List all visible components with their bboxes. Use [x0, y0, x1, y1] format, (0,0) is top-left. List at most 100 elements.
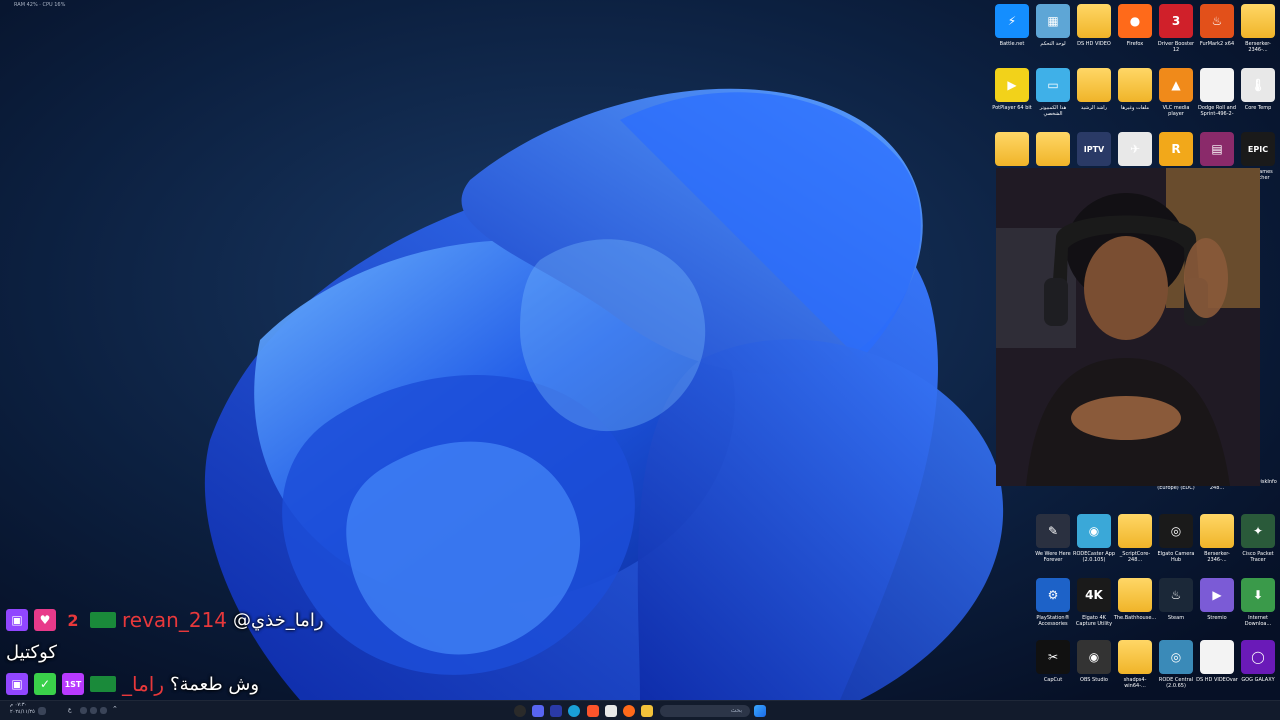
taskbar-search[interactable]: بحث: [660, 705, 750, 717]
system-stats-overlay: RAM 42% · CPU 16%: [14, 2, 66, 8]
desktop-icon[interactable]: Dodge Roll and Sprint-496-2-30...: [1195, 64, 1239, 124]
desktop-icon[interactable]: ⚙ PlayStation® Accessories: [1031, 574, 1075, 634]
file-icon: [1200, 640, 1234, 674]
desktop-icon-label: Berserker-2346-...: [1204, 551, 1230, 563]
desktop-icon[interactable]: ▭ هذا الكمبيوتر الشخصي: [1031, 64, 1075, 124]
desktop-icon[interactable]: The.Bathhouse...: [1113, 574, 1157, 634]
desktop-icon-label: Battle.net: [999, 41, 1025, 47]
check-badge-icon: ✓: [34, 673, 56, 695]
desktop-icon-label: OBS Studio: [1080, 677, 1108, 683]
desktop-icon[interactable]: ▶ PotPlayer 64 bit: [990, 64, 1034, 124]
heart-badge-icon: ♥: [34, 609, 56, 631]
desktop-icon[interactable]: ◎ RODE Central (2.0.65): [1154, 636, 1198, 696]
taskbar-app-brave-icon[interactable]: [587, 705, 599, 717]
chat-username: revan_214: [122, 608, 228, 632]
desktop-icon-label: We Were Here Forever: [1035, 551, 1071, 563]
desktop-icon[interactable]: shadps4-win64-...: [1113, 636, 1157, 696]
taskbar-app-firefox-icon[interactable]: [623, 705, 635, 717]
desktop-icon-label: Cisco Packet Tracer: [1242, 551, 1274, 563]
desktop-icon[interactable]: 🌡 Core Temp: [1236, 64, 1280, 124]
taskbar-app-elgato-icon[interactable]: [550, 705, 562, 717]
desktop-icon[interactable]: ● Firefox: [1113, 0, 1157, 60]
taskbar-app-discord-icon[interactable]: [532, 705, 544, 717]
language-icon[interactable]: ع: [68, 706, 80, 718]
taskbar-app-edge-icon[interactable]: [568, 705, 580, 717]
chat-message: ▣ ♥ 2 revan_214 @راما_خذي: [6, 604, 426, 636]
webcam-overlay: [996, 168, 1260, 486]
desktop-icon[interactable]: ✎ We Were Here Forever: [1031, 510, 1075, 570]
folder-icon: [1036, 132, 1070, 166]
desktop-icon[interactable]: ✂ CapCut: [1031, 636, 1075, 696]
folder-icon: [1077, 68, 1111, 102]
chat-message: كوكتيل: [6, 636, 426, 668]
chat-message-text: وش طعمة؟: [170, 673, 260, 695]
desktop-icon-label: GOG GALAXY: [1241, 677, 1275, 683]
desktop-icon[interactable]: ◉ OBS Studio: [1072, 636, 1116, 696]
desktop-icon-label: RODE Central (2.0.65): [1158, 677, 1194, 689]
app-icon: ◉: [1077, 640, 1111, 674]
desktop-icon-label: Core Temp: [1244, 105, 1272, 111]
app-icon: 3: [1159, 4, 1193, 38]
app-icon: ◯: [1241, 640, 1275, 674]
desktop-icon[interactable]: DS HD VIDEO: [1072, 0, 1116, 60]
twitch-badge-icon: ▣: [6, 673, 28, 695]
app-icon: ▶: [1200, 578, 1234, 612]
desktop-icon-label: Internet Downloa...: [1244, 615, 1272, 627]
app-icon: IPTV: [1077, 132, 1111, 166]
desktop-icon[interactable]: ♨ Steam: [1154, 574, 1198, 634]
chat-message: ▣ ✓ 1ST _راما وش طعمة؟: [6, 668, 426, 700]
desktop-icon[interactable]: ◉ RODECaster App (2.0.105): [1072, 510, 1116, 570]
taskbar-tray-time[interactable]: ٠٧:٣٠ م ٢٠٢٤/١١/٢٥: [10, 702, 35, 716]
start-button-windows-icon[interactable]: [754, 705, 766, 717]
streamer-figure: [996, 168, 1260, 486]
mic-icon[interactable]: [90, 707, 97, 714]
app-icon: ▭: [1036, 68, 1070, 102]
desktop-icon-label: Elgato 4K Capture Utility: [1075, 615, 1113, 627]
app-icon: ✈: [1118, 132, 1152, 166]
desktop-icon[interactable]: ملفات وغيرها: [1113, 64, 1157, 124]
desktop-icon-label: DS HD VIDEO: [1077, 41, 1111, 47]
taskbar-app-explorer-icon[interactable]: [641, 705, 653, 717]
volume-icon[interactable]: [100, 707, 107, 714]
desktop-icon[interactable]: ▶ Stremio: [1195, 574, 1239, 634]
desktop-icon[interactable]: راشد الرشيد: [1072, 64, 1116, 124]
saudi-flag-icon: [90, 612, 116, 628]
desktop-icon-label: RODECaster App (2.0.105): [1072, 551, 1116, 563]
desktop-icon-label: DS HD VIDEOvar: [1196, 677, 1238, 683]
app-icon: ✂: [1036, 640, 1070, 674]
desktop-icon[interactable]: ▦ لوحة التحكم: [1031, 0, 1075, 60]
desktop-icon-label: The.Bathhouse...: [1113, 615, 1157, 621]
desktop-icon-label: راشد الرشيد: [1080, 105, 1108, 111]
desktop-icon[interactable]: Berserker-2346-...: [1195, 510, 1239, 570]
desktop-icon[interactable]: ⬇ Internet Downloa...: [1236, 574, 1280, 634]
desktop-icon-label: Driver Booster 12: [1157, 41, 1195, 53]
wifi-icon[interactable]: [80, 707, 87, 714]
desktop-icon-label: PotPlayer 64 bit: [992, 105, 1032, 111]
desktop-icon[interactable]: DS HD VIDEOvar: [1195, 636, 1239, 696]
desktop-icon[interactable]: ⚡ Battle.net: [990, 0, 1034, 60]
chat-message-text: @راما_خذي: [233, 609, 324, 631]
desktop-icon[interactable]: _ScriptCore-248...: [1113, 510, 1157, 570]
app-icon: 4K: [1077, 578, 1111, 612]
desktop-icon[interactable]: Berserker-2346-...: [1236, 0, 1280, 60]
taskbar-app-store-icon[interactable]: [605, 705, 617, 717]
desktop-icon-label: هذا الكمبيوتر الشخصي: [1039, 105, 1067, 117]
app-icon: ⬇: [1241, 578, 1275, 612]
desktop-icon[interactable]: ▲ VLC media player: [1154, 64, 1198, 124]
folder-icon: [995, 132, 1029, 166]
desktop-icon[interactable]: ✦ Cisco Packet Tracer: [1236, 510, 1280, 570]
desktop-icon-label: Elgato Camera Hub: [1157, 551, 1195, 563]
desktop-icon[interactable]: 4K Elgato 4K Capture Utility: [1072, 574, 1116, 634]
clock-time: ٠٧:٣٠ م: [10, 702, 28, 708]
saudi-flag-icon: [90, 676, 116, 692]
app-icon: ▦: [1036, 4, 1070, 38]
file-icon: [1200, 68, 1234, 102]
desktop-icon[interactable]: 3 Driver Booster 12: [1154, 0, 1198, 60]
app-icon: R: [1159, 132, 1193, 166]
taskbar-app-obs-icon[interactable]: [514, 705, 526, 717]
desktop-icon[interactable]: ♨ FurMark2 x64: [1195, 0, 1239, 60]
desktop-icon[interactable]: ◎ Elgato Camera Hub: [1154, 510, 1198, 570]
chevron-up-icon[interactable]: ⌃: [112, 705, 124, 717]
desktop-icon[interactable]: ◯ GOG GALAXY: [1236, 636, 1280, 696]
notification-icon[interactable]: [38, 707, 46, 715]
